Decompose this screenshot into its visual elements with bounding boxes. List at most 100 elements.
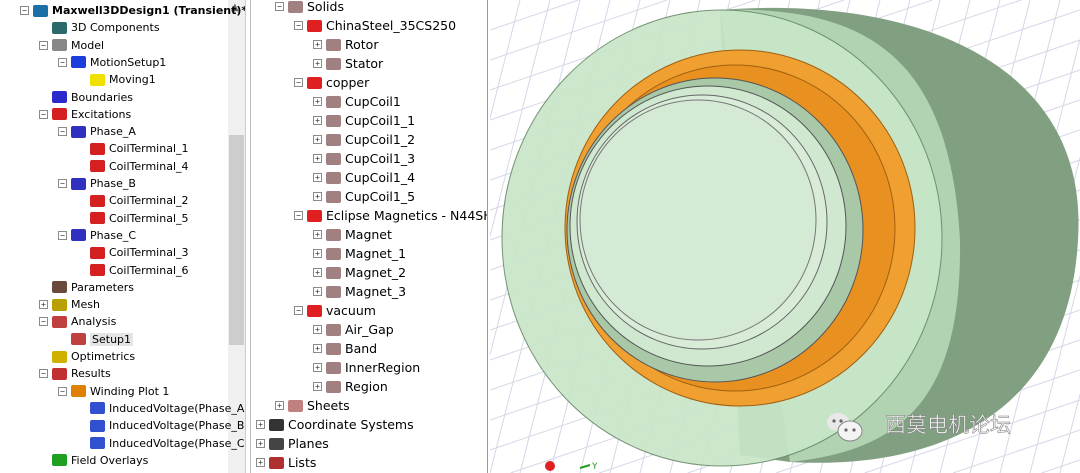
expand-icon[interactable]: + (256, 458, 265, 467)
tree-item-moving1[interactable]: Moving1 (77, 71, 156, 88)
tree-item-cupcoil1[interactable]: + CupCoil1 (313, 92, 401, 111)
collapse-icon[interactable]: − (58, 179, 67, 188)
collapse-icon[interactable]: − (58, 127, 67, 137)
collapse-icon[interactable]: − (39, 40, 48, 50)
collapse-icon[interactable]: − (39, 109, 48, 119)
tree-item-rotor[interactable]: + Rotor (313, 35, 378, 54)
tree-item-cupcoil1-1[interactable]: + CupCoil1_1 (313, 111, 415, 130)
tree-item-inducedvoltage-phase-a[interactable]: InducedVoltage(Phase_A) (77, 400, 245, 417)
expand-icon[interactable]: + (313, 173, 322, 182)
tree-item-region[interactable]: + Region (313, 377, 388, 396)
collapse-icon[interactable]: − (39, 317, 48, 327)
expand-icon[interactable]: + (313, 59, 322, 68)
tree-item-maxwell3ddesign1-transient[interactable]: − Maxwell3DDesign1 (Transient)* (20, 2, 245, 19)
tree-item-results[interactable]: − Results (39, 365, 111, 382)
expand-icon[interactable]: + (313, 97, 322, 106)
collapse-icon[interactable]: − (58, 386, 67, 396)
tree-item-mesh[interactable]: + Mesh (39, 296, 100, 313)
tree-item-lists[interactable]: + Lists (256, 453, 316, 472)
tree-item-eclipse-magnetics-n44sh[interactable]: − Eclipse Magnetics - N44SH (294, 206, 487, 225)
collapse-icon[interactable]: − (20, 6, 29, 15)
tree-item-parameters[interactable]: Parameters (39, 279, 134, 296)
expand-icon[interactable]: + (313, 268, 322, 277)
tree-item-label: Rotor (345, 37, 379, 52)
model-icon (52, 39, 67, 52)
tree-item-phase-c[interactable]: − Phase_C (58, 227, 136, 244)
collapse-icon[interactable]: − (294, 306, 303, 315)
collapse-icon[interactable]: − (294, 78, 303, 87)
expand-icon[interactable]: + (275, 401, 284, 410)
tree-item-magnet-1[interactable]: + Magnet_1 (313, 244, 406, 263)
expand-icon[interactable]: + (313, 344, 322, 353)
tree-item-cupcoil1-2[interactable]: + CupCoil1_2 (313, 130, 415, 149)
tree-item-magnet[interactable]: + Magnet (313, 225, 392, 244)
collapse-icon[interactable]: − (275, 2, 284, 11)
expand-icon[interactable]: + (313, 363, 322, 372)
tree-item-coilterminal-4[interactable]: CoilTerminal_4 (77, 158, 189, 175)
collapse-icon[interactable]: − (294, 211, 303, 220)
tree-item-coilterminal-5[interactable]: CoilTerminal_5 (77, 210, 189, 227)
expand-icon[interactable]: + (313, 192, 322, 201)
tree-item-phase-a[interactable]: − Phase_A (58, 123, 136, 140)
expand-icon[interactable]: + (313, 249, 322, 258)
tree-item-coordinate-systems[interactable]: + Coordinate Systems (256, 415, 414, 434)
tree-item-cupcoil1-3[interactable]: + CupCoil1_3 (313, 149, 415, 168)
tree-item-label: CoilTerminal_2 (109, 194, 189, 208)
collapse-icon[interactable]: − (58, 230, 67, 240)
expand-icon[interactable]: + (313, 325, 322, 334)
planes-icon (269, 437, 284, 450)
tree-item-cupcoil1-5[interactable]: + CupCoil1_5 (313, 187, 415, 206)
tree-item-band[interactable]: + Band (313, 339, 377, 358)
tree-item-magnet-2[interactable]: + Magnet_2 (313, 263, 406, 282)
expand-icon[interactable]: + (313, 116, 322, 125)
tree-item-chinasteel-35cs250[interactable]: − ChinaSteel_35CS250 (294, 16, 456, 35)
expand-icon[interactable]: + (313, 135, 322, 144)
tree-item-setup1[interactable]: Setup1 (58, 331, 134, 348)
tree-item-field-overlays[interactable]: Field Overlays (39, 452, 148, 469)
tree-item-winding-plot-1[interactable]: − Winding Plot 1 (58, 383, 169, 400)
tree-item-cupcoil1-4[interactable]: + CupCoil1_4 (313, 168, 415, 187)
expand-icon[interactable]: + (39, 300, 48, 310)
tree-item-coilterminal-1[interactable]: CoilTerminal_1 (77, 140, 189, 157)
tree-item-label: InducedVoltage(Phase_C) (109, 436, 246, 450)
tree-item-innerregion[interactable]: + InnerRegion (313, 358, 420, 377)
scrollbar-thumb[interactable] (229, 135, 244, 345)
tree-item-label: CupCoil1_5 (345, 189, 416, 204)
expand-icon[interactable]: + (256, 439, 265, 448)
3d-modeler-viewport[interactable]: 西莫电机论坛 Y (490, 0, 1080, 473)
tree-item-motionsetup1[interactable]: − MotionSetup1 (58, 54, 166, 71)
tree-item-vacuum[interactable]: − vacuum (294, 301, 376, 320)
tree-item-stator[interactable]: + Stator (313, 54, 383, 73)
expand-icon[interactable]: + (313, 230, 322, 239)
collapse-icon[interactable]: − (39, 369, 48, 379)
tree-item-copper[interactable]: − copper (294, 73, 369, 92)
tree-item-coilterminal-2[interactable]: CoilTerminal_2 (77, 192, 189, 209)
collapse-icon[interactable]: − (58, 57, 67, 67)
tree-item-model[interactable]: − Model (39, 37, 104, 54)
tree-item-coilterminal-3[interactable]: CoilTerminal_3 (77, 244, 189, 261)
parameters-icon (52, 281, 67, 294)
collapse-icon[interactable]: − (294, 21, 303, 30)
winding-icon (71, 229, 86, 242)
tree-item-label: CoilTerminal_6 (109, 263, 189, 277)
tree-item-magnet-3[interactable]: + Magnet_3 (313, 282, 406, 301)
tree-item-sheets[interactable]: + Sheets (275, 396, 350, 415)
expand-icon[interactable]: + (313, 287, 322, 296)
tree-item-excitations[interactable]: − Excitations (39, 106, 131, 123)
expand-icon[interactable]: + (313, 154, 322, 163)
tree-item-boundaries[interactable]: Boundaries (39, 89, 133, 106)
tree-item-planes[interactable]: + Planes (256, 434, 329, 453)
tree-item-analysis[interactable]: − Analysis (39, 313, 116, 330)
tree-item-optimetrics[interactable]: Optimetrics (39, 348, 135, 365)
tree-item-inducedvoltage-phase-b[interactable]: InducedVoltage(Phase_B) (77, 417, 245, 434)
model-view-canvas[interactable]: 西莫电机论坛 Y (490, 0, 1080, 473)
expand-icon[interactable]: + (313, 382, 322, 391)
tree-item-coilterminal-6[interactable]: CoilTerminal_6 (77, 262, 189, 279)
expand-icon[interactable]: + (313, 40, 322, 49)
tree-item-air-gap[interactable]: + Air_Gap (313, 320, 394, 339)
tree-item-solids[interactable]: − Solids (275, 0, 344, 16)
tree-item-3d-components[interactable]: 3D Components (39, 19, 160, 36)
tree-item-phase-b[interactable]: − Phase_B (58, 175, 136, 192)
tree-item-inducedvoltage-phase-c[interactable]: InducedVoltage(Phase_C) (77, 435, 246, 452)
expand-icon[interactable]: + (256, 420, 265, 429)
